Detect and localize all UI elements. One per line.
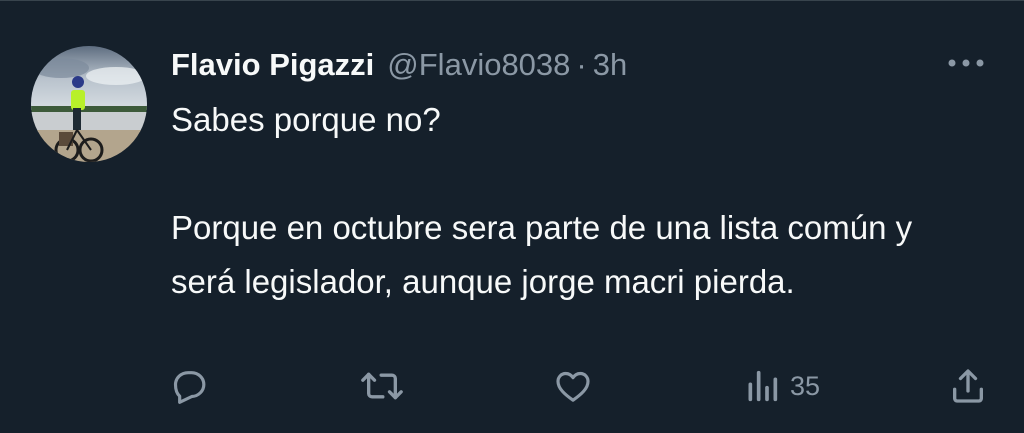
views-count: 35 (790, 370, 821, 401)
avatar-photo (31, 46, 147, 162)
separator-dot: · (576, 47, 587, 82)
retweet-icon (361, 372, 403, 400)
reply-icon (173, 371, 206, 404)
author-handle[interactable]: @Flavio8038 (387, 47, 570, 83)
share-button[interactable] (948, 361, 988, 411)
action-bar: 35 (0, 361, 1024, 411)
retweet-button[interactable] (358, 361, 406, 411)
like-button[interactable] (552, 361, 594, 411)
tweet-text: Sabes porque no? Porque en octubre sera … (171, 93, 971, 309)
tweet-text-line: Sabes porque no? (171, 101, 441, 138)
avatar[interactable] (31, 46, 147, 162)
more-icon (948, 59, 984, 67)
tweet-text-paragraph: Porque en octubre sera parte de una list… (171, 209, 913, 300)
more-options-button[interactable] (944, 51, 988, 75)
tweet-timestamp[interactable]: 3h (593, 47, 627, 83)
views-icon (748, 370, 778, 402)
views-button[interactable]: 35 (744, 361, 820, 411)
share-icon (953, 369, 983, 403)
tweet[interactable]: Flavio Pigazzi @Flavio8038 · 3h Sabes po… (0, 0, 1024, 433)
author-name[interactable]: Flavio Pigazzi (171, 47, 374, 83)
like-icon (556, 371, 590, 402)
reply-button[interactable] (168, 361, 208, 411)
tweet-header: Flavio Pigazzi @Flavio8038 · 3h (171, 41, 627, 89)
